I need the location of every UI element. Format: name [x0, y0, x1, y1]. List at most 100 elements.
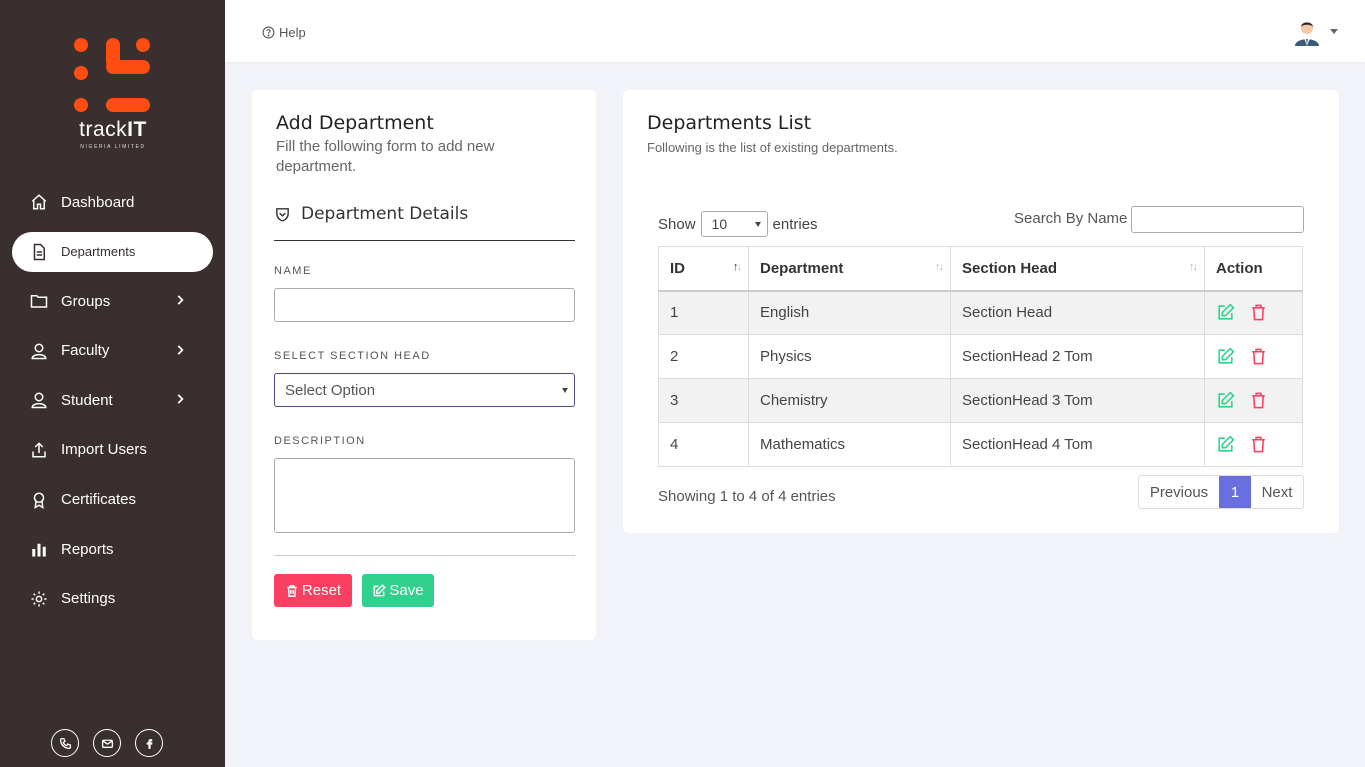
home-icon	[30, 193, 48, 211]
trash-icon[interactable]	[1249, 435, 1268, 454]
column-header-id[interactable]: ID ↑↓	[658, 246, 749, 292]
document-icon	[30, 243, 48, 261]
award-icon	[30, 491, 48, 509]
sort-icon: ↑↓	[733, 261, 742, 273]
user-avatar[interactable]	[1292, 16, 1322, 46]
mail-icon	[101, 739, 113, 748]
brand-name: trackIT	[79, 118, 147, 141]
add-department-card: Add Department Fill the following form t…	[252, 90, 596, 640]
cell-id: 1	[658, 290, 749, 335]
cell-actions	[1204, 334, 1303, 379]
add-department-title: Add Department	[276, 112, 434, 134]
cell-department: Physics	[748, 334, 951, 379]
chevron-down-icon[interactable]	[1330, 29, 1338, 34]
cell-section-head: SectionHead 4 Tom	[950, 422, 1205, 467]
section-head-select[interactable]: Select Option	[274, 373, 575, 407]
page-1-button[interactable]: 1	[1219, 476, 1251, 508]
sidebar-item-settings[interactable]: Settings	[12, 579, 213, 619]
table-row: 2 Physics SectionHead 2 Tom	[658, 334, 1303, 379]
sort-icon: ↑↓	[935, 261, 944, 273]
help-link[interactable]: Help	[262, 25, 306, 40]
sidebar-item-label: Dashboard	[61, 193, 135, 211]
chevron-right-icon	[177, 295, 184, 305]
sidebar-item-faculty[interactable]: Faculty	[12, 331, 213, 371]
form-divider	[274, 555, 575, 556]
trash-icon[interactable]	[1249, 347, 1268, 366]
table-row: 1 English Section Head	[658, 290, 1303, 335]
chevron-right-icon	[177, 394, 184, 405]
departments-list-title: Departments List	[647, 112, 812, 134]
help-circle-icon	[262, 26, 275, 39]
save-button[interactable]: Save	[362, 574, 434, 607]
reset-button[interactable]: Reset	[274, 574, 352, 607]
save-label: Save	[389, 582, 424, 599]
phone-button[interactable]	[51, 729, 79, 757]
trash-icon[interactable]	[1249, 303, 1268, 322]
sidebar-item-dashboard[interactable]: Dashboard	[12, 182, 213, 222]
cell-actions	[1204, 290, 1303, 335]
table-header-row: ID ↑↓ Department ↑↓ Section Head ↑↓ Action	[658, 246, 1303, 292]
search-input[interactable]	[1131, 206, 1304, 233]
edit-icon[interactable]	[1216, 391, 1235, 410]
user-icon	[30, 391, 48, 409]
sidebar-item-student[interactable]: Student	[12, 380, 213, 420]
sidebar-item-label: Faculty	[61, 342, 110, 360]
column-header-department[interactable]: Department ↑↓	[748, 246, 951, 292]
cell-actions	[1204, 378, 1303, 423]
cell-section-head: SectionHead 3 Tom	[950, 378, 1205, 423]
cell-department: Mathematics	[748, 422, 951, 467]
sidebar-item-departments[interactable]: Departments	[12, 231, 213, 272]
add-department-subtitle: Fill the following form to add new depar…	[276, 138, 495, 175]
sidebar: trackIT NIGERIA LIMITED Dashboard Depart…	[0, 0, 225, 767]
cell-section-head: SectionHead 2 Tom	[950, 334, 1205, 379]
sidebar-item-import-users[interactable]: Import Users	[12, 430, 213, 470]
folder-icon	[30, 292, 48, 310]
upload-icon	[30, 441, 48, 459]
cell-id: 2	[658, 334, 749, 379]
edit-icon[interactable]	[1216, 303, 1235, 322]
cell-id: 3	[658, 378, 749, 423]
section-head-label: SELECT SECTION HEAD	[274, 350, 431, 362]
top-bar: Help	[225, 0, 1365, 62]
trash-icon[interactable]	[1249, 391, 1268, 410]
name-field[interactable]	[274, 288, 575, 322]
table-info: Showing 1 to 4 of 4 entries	[658, 488, 836, 505]
facebook-button[interactable]	[135, 729, 163, 757]
caret-down-icon	[754, 222, 761, 227]
search-label: Search By Name	[1014, 210, 1128, 227]
name-label: NAME	[274, 265, 312, 277]
sidebar-item-label: Reports	[61, 540, 114, 558]
previous-page-button[interactable]: Previous	[1139, 476, 1219, 508]
trash-icon	[287, 584, 297, 597]
sidebar-item-groups[interactable]: Groups	[12, 281, 213, 321]
edit-icon[interactable]	[1216, 347, 1235, 366]
column-header-section-head[interactable]: Section Head ↑↓	[950, 246, 1205, 292]
cell-section-head: Section Head	[950, 290, 1205, 335]
departments-list-subtitle: Following is the list of existing depart…	[647, 140, 898, 155]
mail-button[interactable]	[93, 729, 121, 757]
help-label: Help	[279, 25, 306, 40]
edit-icon	[373, 583, 387, 596]
chevron-right-icon	[177, 345, 184, 355]
section-head-selected: Select Option	[285, 381, 376, 399]
edit-icon[interactable]	[1216, 435, 1235, 454]
section-title: Department Details	[301, 204, 469, 224]
logo-mark-icon	[74, 38, 150, 112]
bar-chart-icon	[30, 540, 48, 558]
sidebar-item-certificates[interactable]: Certificates	[12, 480, 213, 520]
sidebar-item-label: Import Users	[61, 441, 147, 459]
page-length-value: 10	[711, 216, 728, 232]
sidebar-item-reports[interactable]: Reports	[12, 529, 213, 569]
sidebar-item-label: Student	[61, 391, 113, 409]
page-length-select[interactable]: 10	[700, 211, 768, 237]
brand-logo[interactable]: trackIT NIGERIA LIMITED	[68, 36, 158, 156]
cell-department: Chemistry	[748, 378, 951, 423]
show-label: Show	[658, 215, 696, 233]
caret-down-icon	[562, 388, 568, 393]
description-textarea[interactable]	[274, 458, 575, 533]
department-details-heading: Department Details	[274, 204, 575, 241]
next-page-button[interactable]: Next	[1251, 476, 1303, 508]
description-label: DESCRIPTION	[274, 435, 366, 447]
phone-icon	[59, 737, 71, 749]
table-row: 4 Mathematics SectionHead 4 Tom	[658, 422, 1303, 467]
